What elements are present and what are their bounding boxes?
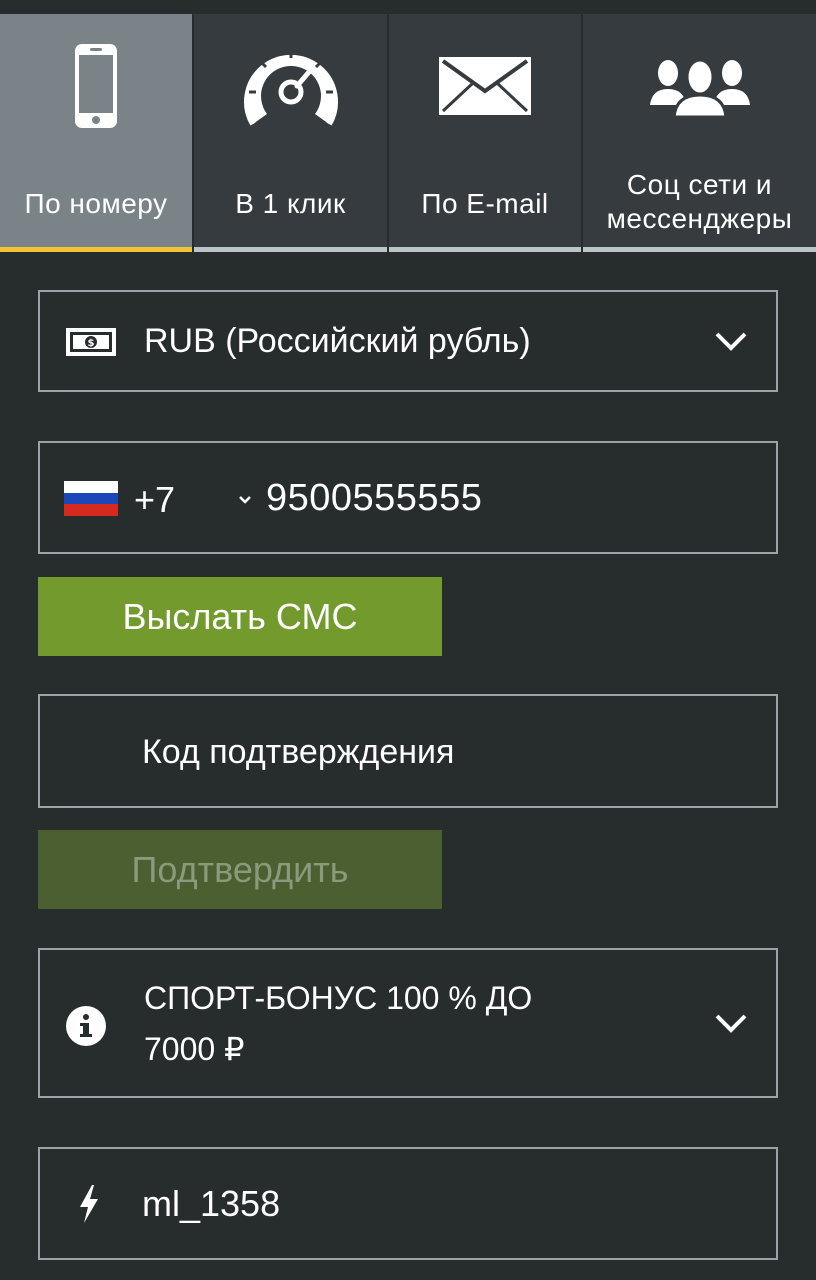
bonus-line-1: СПОРТ-БОНУС 100 % ДО: [144, 980, 533, 1016]
currency-value: RUB (Российский рубль): [144, 322, 531, 360]
country-code[interactable]: +7: [134, 479, 175, 521]
registration-method-tabs: По номеру В 1 клик По E-mail Соц сети и …: [0, 14, 816, 252]
tab-underline: [583, 247, 816, 252]
speedometer-icon: [194, 36, 387, 136]
tab-one-click[interactable]: В 1 клик: [194, 14, 387, 252]
phone-number-input[interactable]: [266, 471, 746, 525]
phone-icon: [0, 36, 192, 136]
tab-by-phone[interactable]: По номеру: [0, 14, 192, 252]
bonus-select[interactable]: СПОРТ-БОНУС 100 % ДО 7000 ₽: [38, 948, 778, 1098]
phone-field: +7: [38, 441, 778, 554]
confirmation-code-input[interactable]: [142, 726, 742, 778]
country-code-chevron-icon[interactable]: [238, 495, 252, 505]
tab-label: По номеру: [24, 188, 168, 219]
tab-label: Соц сети и мессенджеры: [606, 169, 793, 234]
lightning-icon: [78, 1185, 100, 1228]
tab-label: По E-mail: [421, 188, 549, 219]
confirmation-code-field: [38, 694, 778, 808]
tab-underline: [194, 247, 387, 252]
promo-code-input[interactable]: [142, 1177, 742, 1231]
russia-flag-icon[interactable]: [64, 481, 118, 516]
chevron-down-icon: [715, 332, 747, 351]
people-icon: [583, 36, 816, 136]
tab-underline: [389, 247, 581, 252]
currency-select[interactable]: $ RUB (Российский рубль): [38, 290, 778, 392]
money-icon: $: [66, 328, 116, 361]
send-sms-button[interactable]: Выслать СМС: [38, 577, 442, 656]
svg-text:$: $: [88, 338, 95, 349]
tab-label: В 1 клик: [235, 188, 346, 219]
promo-code-field: [38, 1147, 778, 1260]
chevron-down-icon: [715, 1014, 747, 1033]
tab-by-email[interactable]: По E-mail: [389, 14, 581, 252]
bonus-line-2: 7000 ₽: [144, 1031, 245, 1067]
envelope-icon: [389, 36, 581, 136]
tab-underline: [0, 247, 192, 252]
tab-social-messengers[interactable]: Соц сети и мессенджеры: [583, 14, 816, 252]
info-icon: [66, 1006, 106, 1051]
confirm-button[interactable]: Подтвердить: [38, 830, 442, 909]
